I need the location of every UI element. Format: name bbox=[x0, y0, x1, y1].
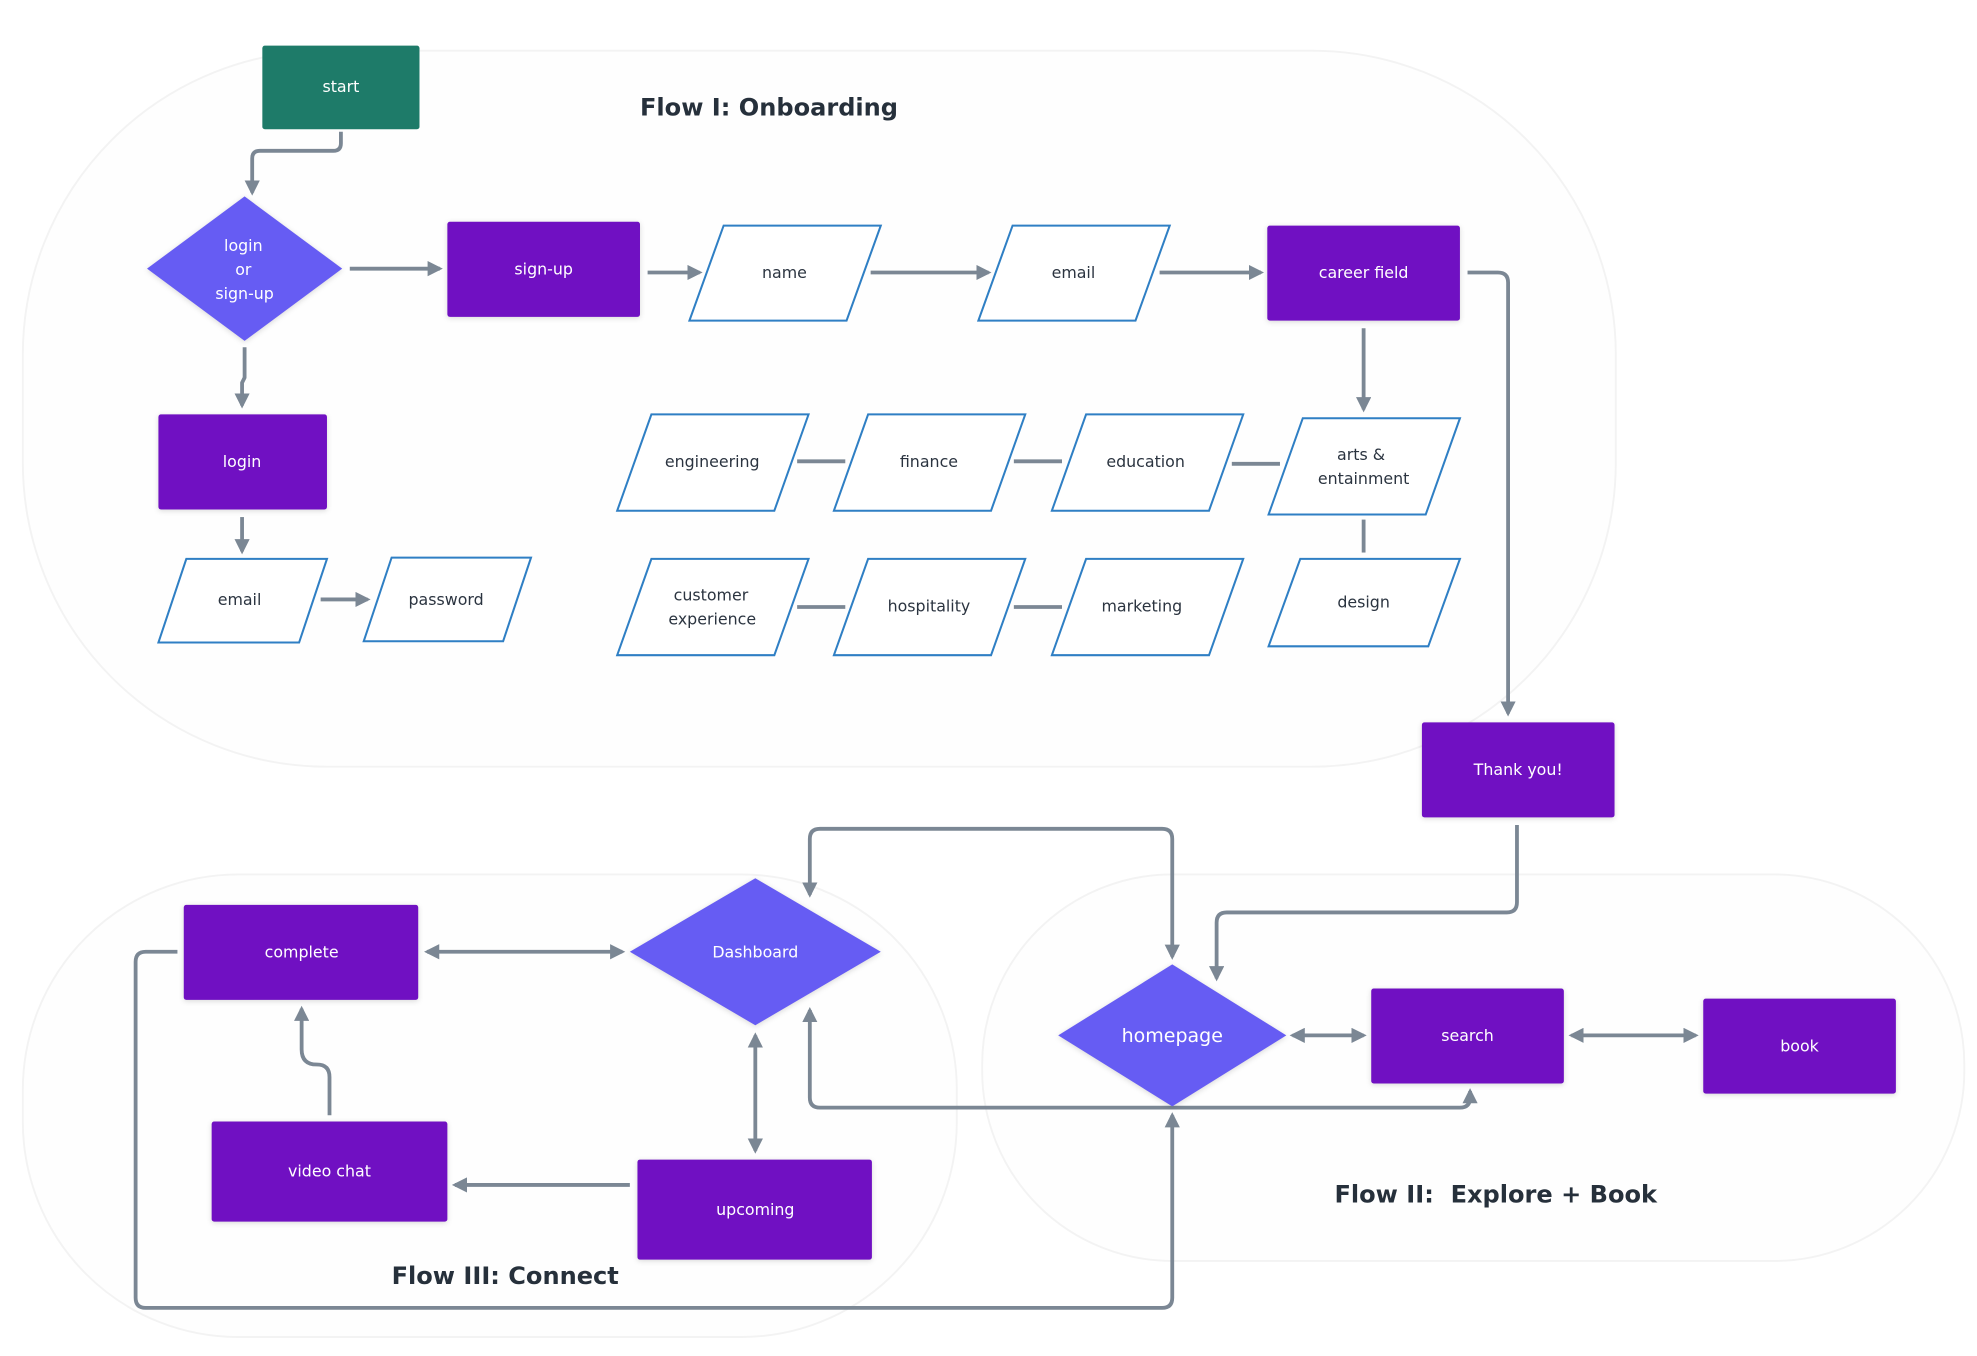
option-engineering[interactable]: engineering bbox=[615, 413, 810, 512]
node-label: education bbox=[1106, 452, 1185, 471]
node-label: video chat bbox=[288, 1162, 371, 1181]
node-label: sign-up bbox=[514, 259, 573, 278]
node-label: finance bbox=[900, 452, 958, 471]
node-search[interactable]: search bbox=[1371, 988, 1564, 1084]
node-upcoming[interactable]: upcoming bbox=[637, 1159, 872, 1260]
option-arts[interactable]: arts & entainment bbox=[1267, 417, 1462, 516]
node-label: search bbox=[1441, 1026, 1494, 1045]
node-career-field[interactable]: career field bbox=[1267, 225, 1460, 321]
node-label: upcoming bbox=[716, 1200, 794, 1219]
node-label: marketing bbox=[1102, 597, 1183, 616]
node-label: design bbox=[1337, 593, 1390, 612]
option-hospitality[interactable]: hospitality bbox=[832, 557, 1027, 657]
node-label: homepage bbox=[1122, 1025, 1223, 1047]
flow-connect-title: Flow III: Connect bbox=[392, 1262, 619, 1290]
node-login[interactable]: login bbox=[158, 414, 327, 510]
node-label: career field bbox=[1319, 263, 1409, 282]
input-name[interactable]: name bbox=[687, 224, 883, 322]
node-label: engineering bbox=[665, 452, 760, 471]
node-label: Thank you! bbox=[1473, 760, 1563, 779]
option-design[interactable]: design bbox=[1267, 557, 1462, 648]
node-video-chat[interactable]: video chat bbox=[211, 1121, 448, 1222]
node-label: email bbox=[218, 590, 262, 609]
node-label: name bbox=[762, 263, 807, 282]
node-label: complete bbox=[265, 943, 339, 962]
node-thank-you[interactable]: Thank you! bbox=[1421, 722, 1615, 818]
node-signup[interactable]: sign-up bbox=[447, 221, 640, 317]
node-label: book bbox=[1780, 1036, 1819, 1055]
option-education[interactable]: education bbox=[1050, 413, 1245, 512]
flow-explore-book-title: Flow II: Explore + Book bbox=[1334, 1181, 1658, 1209]
flowchart-canvas: Flow I: Onboarding Flow II: Explore + Bo… bbox=[21, 45, 1966, 1338]
node-label: login bbox=[223, 452, 262, 471]
region-flow-onboarding bbox=[21, 49, 1617, 768]
node-label: hospitality bbox=[888, 597, 971, 616]
node-label: Dashboard bbox=[712, 943, 798, 962]
node-label: password bbox=[409, 590, 484, 609]
input-email-signup[interactable]: email bbox=[976, 224, 1172, 322]
input-password[interactable]: password bbox=[362, 556, 533, 643]
option-marketing[interactable]: marketing bbox=[1050, 557, 1245, 657]
input-email-login[interactable]: email bbox=[157, 557, 329, 644]
option-customer-experience[interactable]: customer experience bbox=[615, 557, 810, 657]
node-start[interactable]: start bbox=[262, 45, 420, 130]
node-book[interactable]: book bbox=[1703, 998, 1896, 1094]
flow-onboarding-title: Flow I: Onboarding bbox=[640, 93, 898, 121]
node-label: start bbox=[322, 77, 359, 96]
node-complete[interactable]: complete bbox=[183, 904, 419, 1000]
node-label: email bbox=[1052, 263, 1096, 282]
option-finance[interactable]: finance bbox=[832, 413, 1027, 512]
